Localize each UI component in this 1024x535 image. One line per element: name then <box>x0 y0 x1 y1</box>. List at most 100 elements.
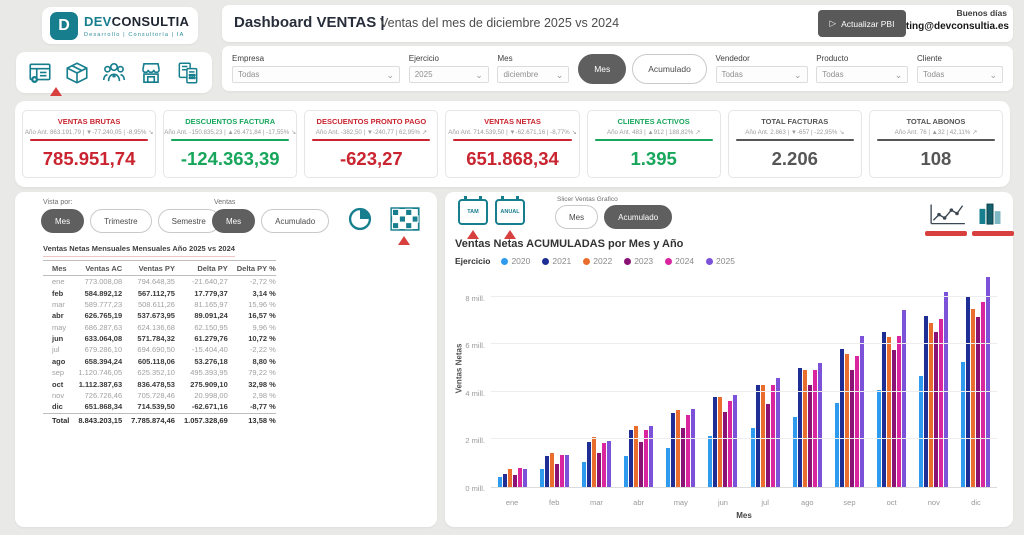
bar-2020-feb[interactable] <box>540 469 544 487</box>
table-row-nov[interactable]: nov726.726,46705.728,4620.998,002,98 % <box>43 390 276 401</box>
toggle-option-semestre[interactable]: Semestre <box>158 209 220 233</box>
table-row-ago[interactable]: ago658.394,24605.118,0653.276,188,80 % <box>43 356 276 367</box>
bar-2024-mar[interactable] <box>602 443 606 487</box>
bar-2022-nov[interactable] <box>929 323 933 487</box>
bar-2022-jun[interactable] <box>718 397 722 487</box>
bar-2025-ago[interactable] <box>818 363 822 487</box>
bar-2021-may[interactable] <box>671 413 675 487</box>
table-row-abr[interactable]: abr626.765,19537.673,9589.091,2416,57 % <box>43 310 276 321</box>
nav-dashboard-settings-icon[interactable] <box>25 58 55 88</box>
tam-calendar-button[interactable]: TAM <box>458 199 488 225</box>
bar-2020-ago[interactable] <box>793 417 797 487</box>
toggle-option-mes[interactable]: Mes <box>578 54 626 84</box>
bar-2025-nov[interactable] <box>944 292 948 487</box>
toggle-option-mes[interactable]: Mes <box>212 209 255 233</box>
toggle-option-acumulado[interactable]: Acumulado <box>604 205 672 229</box>
ejercicio-select[interactable]: 2025⌄ <box>409 66 489 83</box>
bar-2023-jun[interactable] <box>723 412 727 487</box>
bar-2020-sep[interactable] <box>835 403 839 487</box>
bar-2022-ene[interactable] <box>508 469 512 487</box>
bar-2021-jun[interactable] <box>713 397 717 487</box>
bar-2023-nov[interactable] <box>934 332 938 487</box>
legend-item-2020[interactable]: 2020 <box>501 256 530 266</box>
table-row-total[interactable]: Total8.843.203,157.785.874,461.057.328,6… <box>43 413 276 426</box>
bar-2024-ago[interactable] <box>813 370 817 487</box>
bar-2023-feb[interactable] <box>555 464 559 487</box>
legend-item-2025[interactable]: 2025 <box>706 256 735 266</box>
bar-2023-abr[interactable] <box>639 442 643 487</box>
nav-package-icon[interactable] <box>62 58 92 88</box>
pie-chart-view-icon[interactable] <box>346 205 374 238</box>
nav-people-icon[interactable] <box>99 58 129 88</box>
bar-2024-jul[interactable] <box>771 385 775 487</box>
bar-2022-dic[interactable] <box>971 309 975 487</box>
vendedor-select[interactable]: Todas⌄ <box>716 66 808 83</box>
bar-2021-jul[interactable] <box>756 385 760 487</box>
legend-item-2022[interactable]: 2022 <box>583 256 612 266</box>
bar-2025-dic[interactable] <box>986 277 990 487</box>
bar-2022-may[interactable] <box>676 410 680 487</box>
bar-2024-sep[interactable] <box>855 356 859 487</box>
bar-2024-dic[interactable] <box>981 302 985 487</box>
nav-documents-calculator-icon[interactable] <box>173 58 203 88</box>
table-row-oct[interactable]: oct1.112.387,63836.478,53275.909,1032,98… <box>43 378 276 389</box>
toggle-option-mes[interactable]: Mes <box>41 209 84 233</box>
legend-item-2023[interactable]: 2023 <box>624 256 653 266</box>
table-view-icon[interactable] <box>390 207 420 236</box>
bar-2025-may[interactable] <box>691 409 695 487</box>
bar-2023-ene[interactable] <box>513 475 517 487</box>
table-row-feb[interactable]: feb584.892,12567.112,7517.779,373,14 % <box>43 287 276 298</box>
legend-item-2024[interactable]: 2024 <box>665 256 694 266</box>
bar-2021-sep[interactable] <box>840 349 844 487</box>
producto-select[interactable]: Todas⌄ <box>816 66 908 83</box>
bar-2022-jul[interactable] <box>761 385 765 487</box>
bar-2023-sep[interactable] <box>850 370 854 487</box>
bar-2025-mar[interactable] <box>607 441 611 487</box>
bar-2024-ene[interactable] <box>518 468 522 487</box>
bar-2025-ene[interactable] <box>523 469 527 487</box>
bar-chart-view-icon[interactable] <box>976 200 1004 232</box>
bar-2025-jul[interactable] <box>776 378 780 487</box>
bar-2021-nov[interactable] <box>924 316 928 487</box>
table-row-sep[interactable]: sep1.120.746,05625.352,10495.393,9579,22… <box>43 367 276 378</box>
bar-2022-ago[interactable] <box>803 370 807 487</box>
line-chart-view-icon[interactable] <box>927 200 969 232</box>
table-row-dic[interactable]: dic651.868,34714.539,50-62.671,16-8,77 % <box>43 401 276 413</box>
nav-store-icon[interactable] <box>136 58 166 88</box>
bar-2022-oct[interactable] <box>887 337 891 487</box>
bar-2025-oct[interactable] <box>902 310 906 487</box>
table-row-ene[interactable]: ene773.008,08794.648,35-21.640,27-2,72 % <box>43 276 276 288</box>
mes-select[interactable]: diciembre⌄ <box>497 66 569 83</box>
table-row-may[interactable]: may686.287,63624.136,6862.150,959,96 % <box>43 322 276 333</box>
empresa-select[interactable]: Todas⌄ <box>232 66 400 83</box>
bar-2025-abr[interactable] <box>649 426 653 487</box>
toggle-option-acumulado[interactable]: Acumulado <box>261 209 329 233</box>
bar-2021-ago[interactable] <box>798 368 802 487</box>
bar-2024-may[interactable] <box>686 415 690 487</box>
bar-2023-jul[interactable] <box>766 404 770 487</box>
bar-2020-jun[interactable] <box>708 436 712 487</box>
anual-calendar-button[interactable]: ANUAL <box>495 199 525 225</box>
bar-2023-ago[interactable] <box>808 385 812 487</box>
cliente-select[interactable]: Todas⌄ <box>917 66 1003 83</box>
bar-2023-may[interactable] <box>681 428 685 487</box>
bar-2025-feb[interactable] <box>565 455 569 487</box>
bar-2023-mar[interactable] <box>597 453 601 487</box>
bar-2021-feb[interactable] <box>545 456 549 487</box>
table-row-jul[interactable]: jul679.286,10694.690,50-15.404,40-2,22 % <box>43 344 276 355</box>
table-row-jun[interactable]: jun633.064,08571.784,3261.279,7610,72 % <box>43 333 276 344</box>
bar-2020-abr[interactable] <box>624 456 628 487</box>
legend-item-2021[interactable]: 2021 <box>542 256 571 266</box>
bar-2022-mar[interactable] <box>592 437 596 487</box>
bar-2025-jun[interactable] <box>733 395 737 487</box>
bar-2025-sep[interactable] <box>860 336 864 487</box>
bar-2020-ene[interactable] <box>498 477 502 487</box>
bar-2022-abr[interactable] <box>634 426 638 487</box>
toggle-option-trimestre[interactable]: Trimestre <box>90 209 151 233</box>
bar-2020-dic[interactable] <box>961 362 965 487</box>
bar-2024-feb[interactable] <box>560 455 564 487</box>
bar-2024-jun[interactable] <box>728 401 732 487</box>
bar-2020-may[interactable] <box>666 448 670 487</box>
bar-2020-mar[interactable] <box>582 462 586 487</box>
table-row-mar[interactable]: mar589.777,23508.611,2681.165,9715,96 % <box>43 299 276 310</box>
